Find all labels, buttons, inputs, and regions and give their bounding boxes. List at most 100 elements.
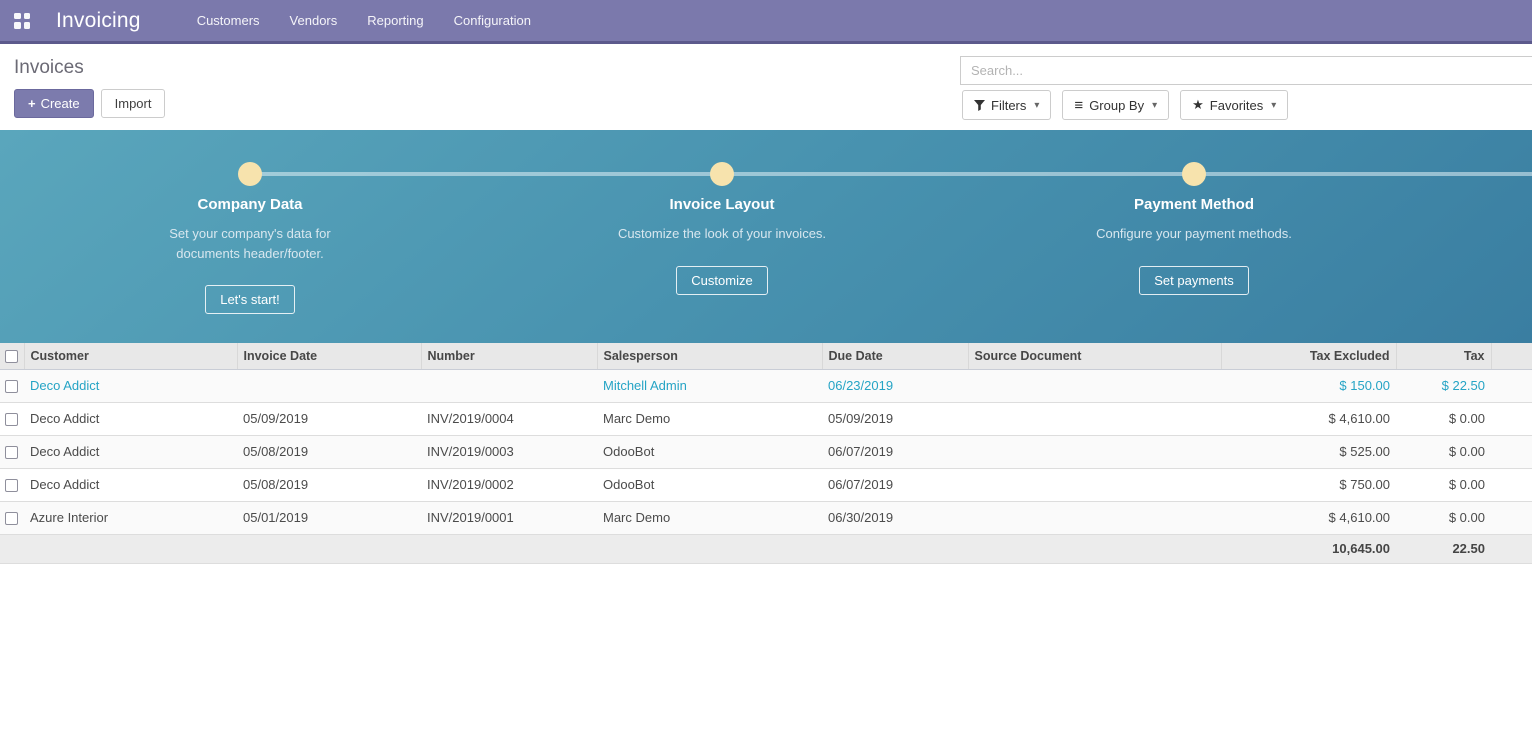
cell-spacer	[1491, 501, 1532, 534]
table-header-row: Customer Invoice Date Number Salesperson…	[0, 343, 1532, 369]
cell-spacer	[1491, 369, 1532, 402]
cell-due-date: 06/30/2019	[822, 501, 968, 534]
cell-number	[421, 369, 597, 402]
cell-spacer	[1491, 534, 1532, 563]
cell-customer: Deco Addict	[24, 468, 237, 501]
import-button[interactable]: Import	[101, 89, 166, 118]
row-checkbox[interactable]	[5, 446, 18, 459]
row-checkbox[interactable]	[5, 413, 18, 426]
row-checkbox[interactable]	[5, 479, 18, 492]
total-tax: 22.50	[1396, 534, 1491, 563]
cell-spacer	[1491, 435, 1532, 468]
filters-button[interactable]: Filters ▾	[962, 90, 1051, 120]
apps-grid-square	[24, 22, 31, 29]
search-input[interactable]	[960, 56, 1532, 85]
step-dot	[238, 162, 262, 186]
cell-salesperson: OdooBot	[597, 435, 822, 468]
nav-menu: Customers Vendors Reporting Configuratio…	[197, 13, 531, 28]
cell-number: INV/2019/0003	[421, 435, 597, 468]
star-icon: ★	[1192, 97, 1204, 113]
step-title: Invoice Layout	[597, 196, 847, 213]
progress-line	[250, 172, 1532, 176]
nav-item-reporting[interactable]: Reporting	[367, 13, 423, 28]
cell-tax-excluded: $ 525.00	[1221, 435, 1396, 468]
cell-salesperson: Mitchell Admin	[597, 369, 822, 402]
cell-source-document	[968, 468, 1221, 501]
control-panel: Invoices +Create Import Filters ▾ ≡ Grou…	[0, 44, 1532, 130]
header-tax-excluded[interactable]: Tax Excluded	[1221, 343, 1396, 369]
step-dot	[710, 162, 734, 186]
step-title: Company Data	[125, 196, 375, 213]
totals-spacer	[0, 534, 1221, 563]
filter-funnel-icon	[974, 100, 985, 111]
row-checkbox[interactable]	[5, 380, 18, 393]
cell-due-date: 05/09/2019	[822, 402, 968, 435]
step-description: Customize the look of your invoices.	[616, 224, 828, 244]
cell-customer: Deco Addict	[24, 402, 237, 435]
cell-tax: $ 22.50	[1396, 369, 1491, 402]
filters-button-label: Filters	[991, 98, 1026, 113]
header-due-date[interactable]: Due Date	[822, 343, 968, 369]
cell-due-date: 06/23/2019	[822, 369, 968, 402]
chevron-down-icon: ▾	[1271, 100, 1276, 111]
totals-row: 10,645.00 22.50	[0, 534, 1532, 563]
group-by-button-label: Group By	[1089, 98, 1144, 113]
table-row[interactable]: Deco Addict Mitchell Admin 06/23/2019 $ …	[0, 369, 1532, 402]
table-row[interactable]: Deco Addict 05/08/2019 INV/2019/0003 Odo…	[0, 435, 1532, 468]
cell-number: INV/2019/0002	[421, 468, 597, 501]
row-checkbox[interactable]	[5, 512, 18, 525]
table-row[interactable]: Deco Addict 05/08/2019 INV/2019/0002 Odo…	[0, 468, 1532, 501]
header-number[interactable]: Number	[421, 343, 597, 369]
app-title: Invoicing	[56, 9, 141, 33]
nav-item-vendors[interactable]: Vendors	[290, 13, 338, 28]
cell-spacer	[1491, 468, 1532, 501]
cell-invoice-date	[237, 369, 421, 402]
cell-salesperson: Marc Demo	[597, 402, 822, 435]
step-dot	[1182, 162, 1206, 186]
header-invoice-date[interactable]: Invoice Date	[237, 343, 421, 369]
onboarding-step-invoice-layout: Invoice Layout Customize the look of you…	[597, 196, 847, 295]
apps-grid-square	[24, 13, 31, 20]
nav-item-customers[interactable]: Customers	[197, 13, 260, 28]
table-row[interactable]: Deco Addict 05/09/2019 INV/2019/0004 Mar…	[0, 402, 1532, 435]
cell-spacer	[1491, 402, 1532, 435]
chevron-down-icon: ▾	[1152, 100, 1157, 111]
create-button-label: Create	[41, 96, 80, 111]
favorites-button-label: Favorites	[1210, 98, 1263, 113]
cell-invoice-date: 05/09/2019	[237, 402, 421, 435]
header-source-document[interactable]: Source Document	[968, 343, 1221, 369]
select-all-checkbox[interactable]	[5, 350, 18, 363]
cell-tax-excluded: $ 750.00	[1221, 468, 1396, 501]
cell-invoice-date: 05/08/2019	[237, 468, 421, 501]
invoices-table: Customer Invoice Date Number Salesperson…	[0, 343, 1532, 564]
header-salesperson[interactable]: Salesperson	[597, 343, 822, 369]
cell-salesperson: OdooBot	[597, 468, 822, 501]
step-title: Payment Method	[1069, 196, 1319, 213]
cell-tax: $ 0.00	[1396, 468, 1491, 501]
cell-source-document	[968, 402, 1221, 435]
header-customer[interactable]: Customer	[24, 343, 237, 369]
nav-item-configuration[interactable]: Configuration	[454, 13, 531, 28]
favorites-button[interactable]: ★ Favorites ▾	[1180, 90, 1288, 120]
cell-tax: $ 0.00	[1396, 501, 1491, 534]
set-payments-button[interactable]: Set payments	[1139, 266, 1249, 295]
apps-grid-icon[interactable]	[14, 13, 30, 29]
create-button[interactable]: + Create	[14, 89, 94, 118]
header-tax[interactable]: Tax	[1396, 343, 1491, 369]
table-row[interactable]: Azure Interior 05/01/2019 INV/2019/0001 …	[0, 501, 1532, 534]
plus-icon: +	[28, 96, 36, 111]
cell-due-date: 06/07/2019	[822, 468, 968, 501]
group-by-button[interactable]: ≡ Group By ▾	[1062, 90, 1169, 120]
customize-button[interactable]: Customize	[676, 266, 767, 295]
total-tax-excluded: 10,645.00	[1221, 534, 1396, 563]
cell-salesperson: Marc Demo	[597, 501, 822, 534]
onboarding-step-payment-method: Payment Method Configure your payment me…	[1069, 196, 1319, 295]
chevron-down-icon: ▾	[1034, 100, 1039, 111]
cell-tax: $ 0.00	[1396, 435, 1491, 468]
lets-start-button[interactable]: Let's start!	[205, 285, 295, 314]
step-description: Set your company's data for documents he…	[144, 224, 356, 263]
cell-tax-excluded: $ 4,610.00	[1221, 402, 1396, 435]
cell-customer: Deco Addict	[24, 435, 237, 468]
cell-tax-excluded: $ 4,610.00	[1221, 501, 1396, 534]
cell-invoice-date: 05/01/2019	[237, 501, 421, 534]
